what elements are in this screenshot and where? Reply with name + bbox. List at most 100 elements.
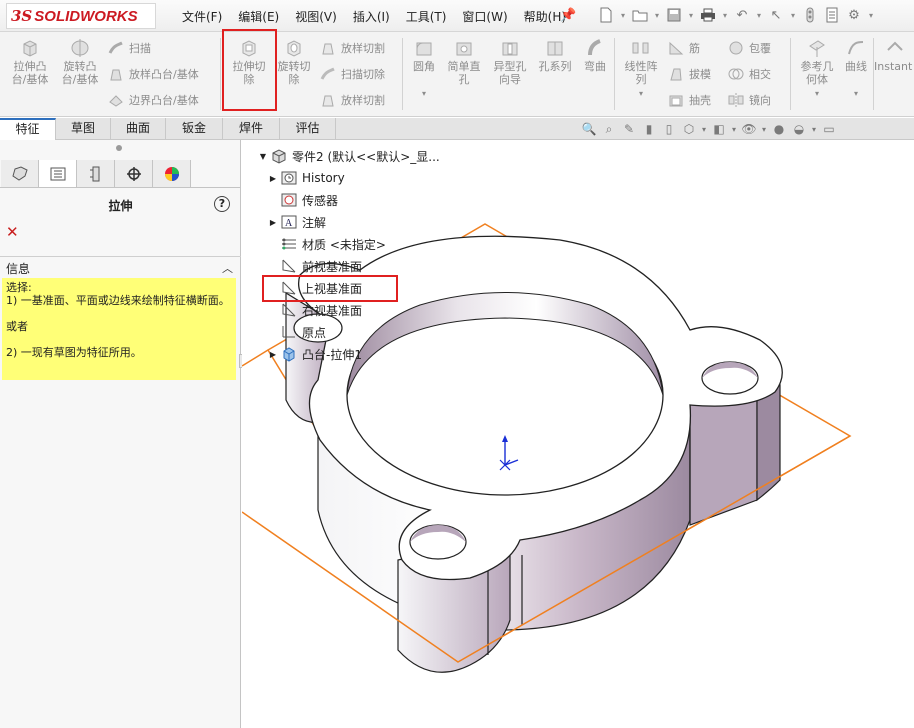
expand-icon[interactable]: ▶ [266, 174, 280, 183]
feature-manager-tab[interactable] [1, 160, 39, 187]
menu-insert[interactable]: 插入(I) [345, 8, 398, 26]
graphics-area[interactable] [242, 140, 914, 728]
rib-button[interactable]: 筋 [668, 37, 700, 59]
panel-grip[interactable] [116, 145, 122, 151]
select-cursor-icon[interactable]: ↖ [766, 5, 786, 25]
menu-edit[interactable]: 编辑(E) [230, 8, 287, 26]
dimxpert-manager-tab[interactable] [115, 160, 153, 187]
revolve-cut-button[interactable]: 旋转切 除 [270, 38, 318, 86]
new-document-icon[interactable] [596, 5, 616, 25]
view-orientation-icon[interactable]: ⬡ [680, 120, 698, 138]
zoom-to-area-icon[interactable]: ⌕ [600, 120, 618, 138]
simple-hole-label: 简单直 孔 [447, 60, 481, 86]
tree-item-boss-extrude1[interactable]: ▶ 凸台-拉伸1 [266, 344, 362, 364]
tree-item-right-plane[interactable]: 右视基准面 [266, 300, 362, 320]
expand-icon[interactable]: ▶ [266, 218, 280, 227]
boundary-boss-button[interactable]: 边界凸台/基体 [108, 89, 199, 111]
right-lug-wall[interactable] [689, 394, 758, 526]
tab-sheet-metal[interactable]: 钣金 [166, 118, 223, 140]
section-view-icon[interactable]: ▮ [640, 120, 658, 138]
solidworks-logo[interactable]: 3S SOLIDWORKS [6, 3, 156, 29]
tab-features[interactable]: 特征 [0, 118, 56, 140]
collapse-caret-icon[interactable]: ︿ [222, 260, 233, 276]
mirror-button[interactable]: 镜向 [728, 89, 771, 111]
model-viewport[interactable] [242, 140, 914, 728]
reference-geometry-icon [809, 40, 825, 57]
zoom-to-fit-icon[interactable]: 🔍 [580, 120, 598, 138]
revolve-boss-button[interactable]: 旋转凸 台/基体 [56, 38, 104, 86]
menu-file[interactable]: 文件(F) [174, 8, 230, 26]
options-dropdown-icon[interactable]: ▾ [866, 11, 876, 20]
print-dropdown-icon[interactable]: ▾ [720, 11, 730, 20]
pattern-dropdown-icon[interactable]: ▾ [617, 87, 665, 100]
new-dropdown-icon[interactable]: ▾ [618, 11, 628, 20]
tree-item-front-plane[interactable]: 前视基准面 [266, 256, 362, 276]
rebuild-icon[interactable] [800, 5, 820, 25]
wrap-button[interactable]: 包覆 [728, 37, 771, 59]
open-dropdown-icon[interactable]: ▾ [652, 11, 662, 20]
fillet-dropdown-icon[interactable]: ▾ [400, 87, 448, 100]
save-icon[interactable] [664, 5, 684, 25]
loft-cut-button[interactable]: 放样切割 [320, 37, 385, 59]
select-dropdown-icon[interactable]: ▾ [788, 11, 798, 20]
menu-view[interactable]: 视图(V) [287, 8, 345, 26]
extrude-boss-button[interactable]: 拉伸凸 台/基体 [6, 38, 54, 86]
hole-wizard-button[interactable]: 异型孔 向导 [486, 38, 534, 86]
dynamic-annotation-icon[interactable]: ▯ [660, 120, 678, 138]
view-settings-icon[interactable]: ▭ [820, 120, 838, 138]
intersect-button[interactable]: 相交 [728, 63, 771, 85]
pin-menu-icon[interactable]: 📌 [560, 8, 576, 23]
tab-weldments[interactable]: 焊件 [223, 118, 280, 140]
display-style-icon[interactable]: ◧ [710, 120, 728, 138]
help-icon[interactable]: ? [214, 196, 230, 212]
flex-button[interactable]: 弯曲 [571, 38, 619, 73]
menu-tools[interactable]: 工具(T) [398, 8, 455, 26]
tree-item-label: 原点 [302, 325, 327, 340]
loft-boss-button[interactable]: 放样凸台/基体 [108, 63, 199, 85]
file-properties-icon[interactable] [822, 5, 842, 25]
tree-item-sensors[interactable]: 传感器 [266, 190, 338, 210]
info-section-header[interactable]: 信息 ︿ [0, 256, 241, 276]
tree-item-material[interactable]: 材质 <未指定> [266, 234, 386, 254]
expand-icon[interactable]: ▶ [266, 350, 280, 359]
save-dropdown-icon[interactable]: ▾ [686, 11, 696, 20]
boundary-cut-button[interactable]: 放样切割 [320, 89, 385, 111]
apply-scene-icon[interactable]: ◒ [790, 120, 808, 138]
curves-label: 曲线 [845, 60, 867, 73]
undo-icon[interactable]: ↶ [732, 5, 752, 25]
tree-item-label: 传感器 [302, 193, 339, 208]
display-style-dropdown-icon[interactable]: ▾ [730, 120, 738, 138]
extrude-boss-label: 拉伸凸 台/基体 [11, 60, 49, 86]
view-orientation-dropdown-icon[interactable]: ▾ [700, 120, 708, 138]
previous-view-icon[interactable]: ✎ [620, 120, 638, 138]
hide-show-dropdown-icon[interactable]: ▾ [760, 120, 768, 138]
instant3d-button[interactable]: Instant [874, 38, 914, 73]
sweep-button[interactable]: 扫描 [108, 37, 151, 59]
simple-hole-button[interactable]: 简单直 孔 [440, 38, 488, 86]
tree-item-history[interactable]: ▶ History [266, 168, 345, 188]
tab-evaluate[interactable]: 评估 [280, 118, 336, 140]
linear-pattern-button[interactable]: 线性阵 列 ▾ [617, 38, 665, 100]
shell-icon [669, 95, 683, 107]
options-gear-icon[interactable]: ⚙ [844, 5, 864, 25]
tab-sketch[interactable]: 草图 [56, 118, 111, 140]
print-icon[interactable] [698, 5, 718, 25]
display-manager-tab[interactable] [153, 160, 191, 187]
tree-root[interactable]: ▼ 零件2 (默认<<默认>_显... [256, 146, 440, 166]
tab-surfaces[interactable]: 曲面 [111, 118, 166, 140]
tree-item-annotations[interactable]: ▶ A 注解 [266, 212, 326, 232]
cancel-icon[interactable]: ✕ [6, 223, 19, 241]
edit-appearance-icon[interactable]: ● [770, 120, 788, 138]
shell-button[interactable]: 抽壳 [668, 89, 711, 111]
draft-button[interactable]: 拔模 [668, 63, 711, 85]
collapse-icon[interactable]: ▼ [256, 152, 270, 161]
undo-dropdown-icon[interactable]: ▾ [754, 11, 764, 20]
hide-show-items-icon[interactable]: 👁 [740, 120, 758, 138]
property-manager-tab[interactable] [39, 160, 77, 187]
menu-window[interactable]: 窗口(W) [454, 8, 515, 26]
scene-dropdown-icon[interactable]: ▾ [810, 120, 818, 138]
open-folder-icon[interactable] [630, 5, 650, 25]
tree-item-origin[interactable]: 原点 [266, 322, 326, 342]
sweep-cut-button[interactable]: 扫描切除 [320, 63, 385, 85]
configuration-manager-tab[interactable] [77, 160, 115, 187]
